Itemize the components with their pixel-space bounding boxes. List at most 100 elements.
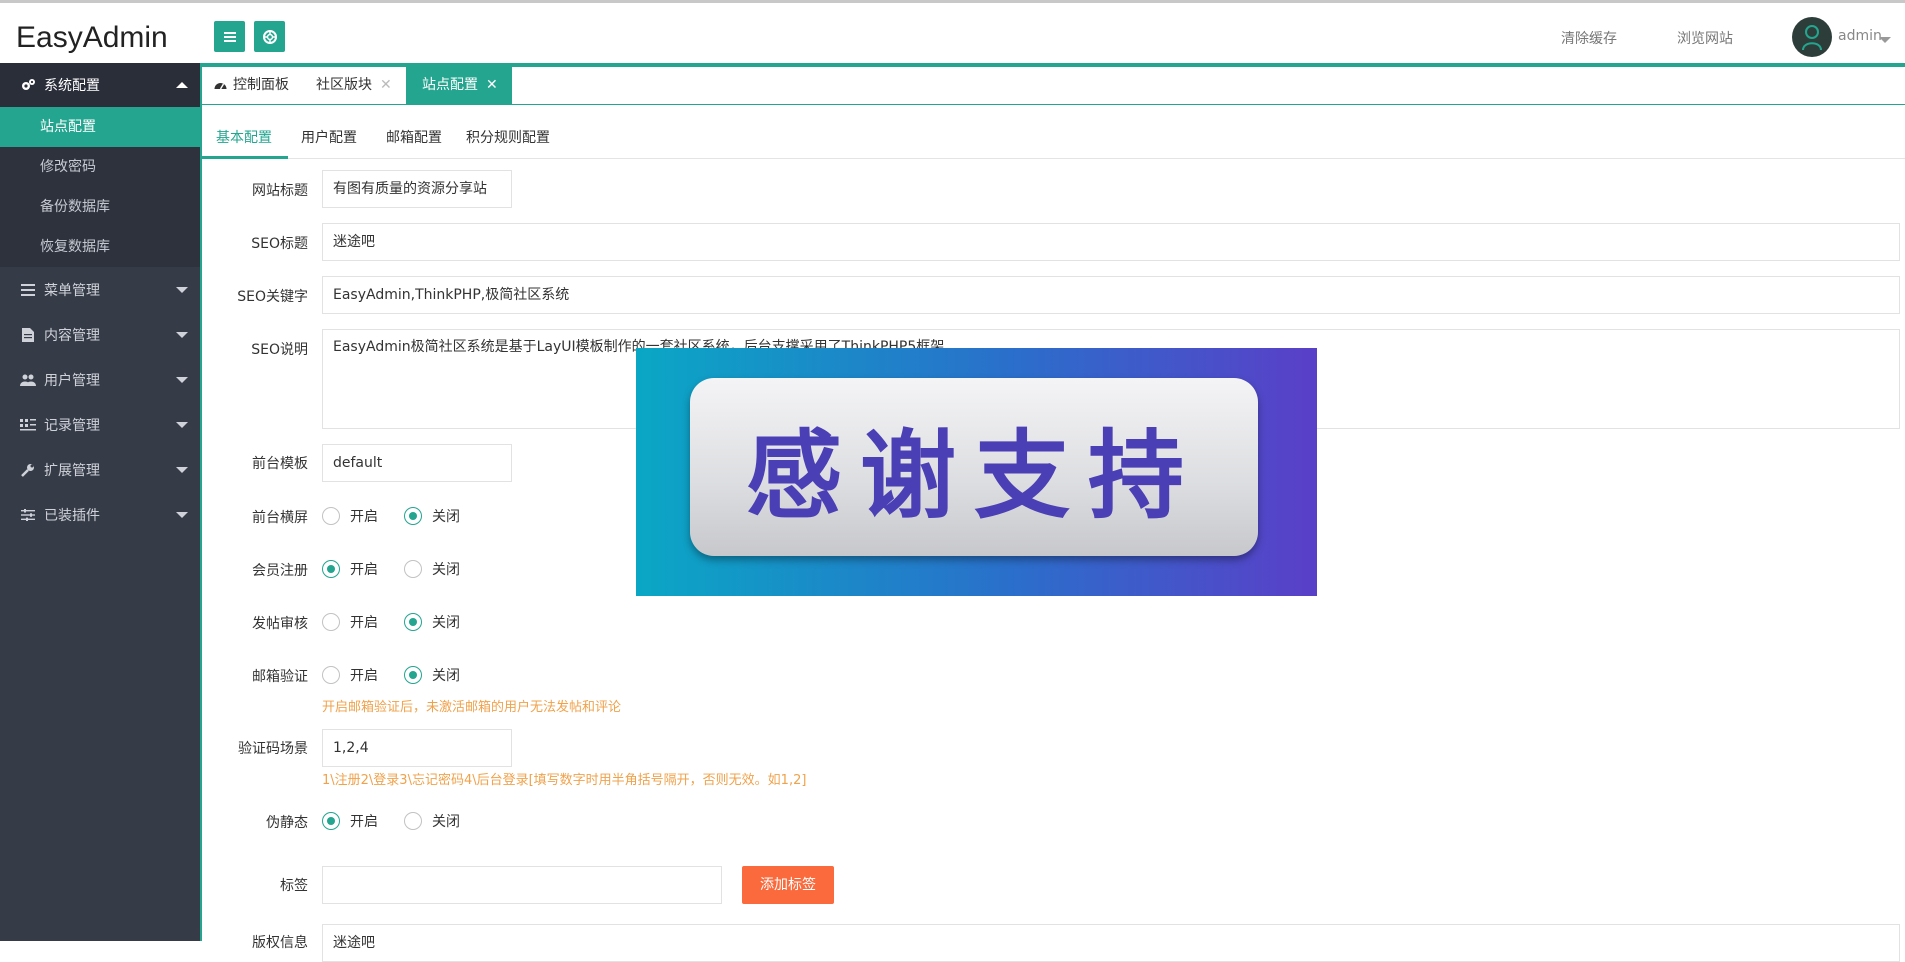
radio-circle <box>322 812 340 830</box>
user-avatar-icon <box>1802 25 1822 51</box>
sidebar-group-menu[interactable]: 菜单管理 <box>0 268 200 312</box>
copyright-label: 版权信息 <box>252 935 308 951</box>
post-review-on-radio[interactable]: 开启 <box>322 612 378 632</box>
pseudo-static-on-radio[interactable]: 开启 <box>322 811 378 831</box>
radio-label: 开启 <box>350 668 378 684</box>
radio-label: 关闭 <box>432 562 460 578</box>
seo-keywords-input[interactable]: EasyAdmin,ThinkPHP,极简社区系统 <box>322 276 1900 314</box>
tab-community-board[interactable]: 社区版块 ✕ <box>316 67 402 104</box>
sidebar-group-content[interactable]: 内容管理 <box>0 313 200 357</box>
radio-label: 开启 <box>350 562 378 578</box>
radio-label: 关闭 <box>432 668 460 684</box>
subtab-active-indicator <box>202 156 288 159</box>
captcha-scene-input[interactable]: 1,2,4 <box>322 729 512 767</box>
chevron-down-icon <box>176 287 188 293</box>
sidebar-item-restore-db[interactable]: 恢复数据库 <box>0 227 200 267</box>
subtab-points-config[interactable]: 积分规则配置 <box>466 127 550 147</box>
promo-banner: 感谢支持 <box>636 348 1317 596</box>
tab-dashboard[interactable]: 控制面板 <box>210 67 300 104</box>
subtab-divider <box>202 158 1905 159</box>
subtab-mail-config[interactable]: 邮箱配置 <box>386 127 442 147</box>
wide-screen-label: 前台横屏 <box>252 510 308 526</box>
sidebar-group-label: 用户管理 <box>44 373 100 389</box>
browse-site-link[interactable]: 浏览网站 <box>1677 28 1733 48</box>
radio-circle <box>404 560 422 578</box>
promo-banner-text: 感谢支持 <box>746 419 1202 532</box>
radio-label: 开启 <box>350 615 378 631</box>
radio-circle <box>404 812 422 830</box>
add-tag-button[interactable]: 添加标签 <box>742 866 834 904</box>
tab-label: 社区版块 <box>316 77 372 93</box>
sidebar-group-plugins[interactable]: 已装插件 <box>0 493 200 537</box>
refresh-button[interactable] <box>254 21 285 52</box>
sliders-icon <box>20 507 36 523</box>
email-verify-on-radio[interactable]: 开启 <box>322 665 378 685</box>
clear-cache-link[interactable]: 清除缓存 <box>1561 28 1617 48</box>
wide-screen-off-radio[interactable]: 关闭 <box>404 506 460 526</box>
sidebar-group-label: 记录管理 <box>44 418 100 434</box>
sidebar-group-records[interactable]: 记录管理 <box>0 403 200 447</box>
users-icon <box>20 372 36 388</box>
chevron-down-icon <box>176 467 188 473</box>
tags-input[interactable] <box>322 866 722 904</box>
chevron-up-icon <box>176 82 188 88</box>
tab-site-config[interactable]: 站点配置 ✕ <box>406 67 512 104</box>
email-verify-off-radio[interactable]: 关闭 <box>404 665 460 685</box>
template-label: 前台模板 <box>252 456 308 472</box>
tags-label: 标签 <box>280 878 308 894</box>
sidebar-group-users[interactable]: 用户管理 <box>0 358 200 402</box>
chevron-down-icon <box>176 422 188 428</box>
site-title-label: 网站标题 <box>252 183 308 199</box>
seo-keywords-label: SEO关键字 <box>237 289 308 305</box>
sidebar-item-backup-db[interactable]: 备份数据库 <box>0 187 200 227</box>
logo[interactable]: EasyAdmin <box>16 21 168 55</box>
radio-circle <box>322 613 340 631</box>
close-icon[interactable]: ✕ <box>380 77 392 93</box>
radio-circle <box>322 666 340 684</box>
member-register-on-radio[interactable]: 开启 <box>322 559 378 579</box>
header: EasyAdmin 清除缓存 浏览网站 admin <box>0 3 1905 63</box>
wide-screen-on-radio[interactable]: 开启 <box>322 506 378 526</box>
tab-bar: 控制面板 社区版块 ✕ 站点配置 ✕ <box>202 67 1905 105</box>
seo-title-label: SEO标题 <box>251 236 308 252</box>
radio-label: 关闭 <box>432 615 460 631</box>
pseudo-static-off-radio[interactable]: 关闭 <box>404 811 460 831</box>
lifebuoy-icon <box>262 29 277 44</box>
chevron-down-icon[interactable] <box>1879 37 1891 43</box>
site-title-input[interactable]: 有图有质量的资源分享站 <box>322 170 512 208</box>
file-icon <box>20 327 36 343</box>
sidebar: 系统配置 站点配置 修改密码 备份数据库 恢复数据库 菜单管理 内容管理 用户管… <box>0 63 200 941</box>
seo-desc-label: SEO说明 <box>251 342 308 358</box>
sidebar-group-system-config[interactable]: 系统配置 <box>0 63 200 107</box>
tab-label: 站点配置 <box>422 77 478 93</box>
seo-title-input[interactable]: 迷途吧 <box>322 223 1900 261</box>
post-review-label: 发帖审核 <box>252 616 308 632</box>
avatar[interactable] <box>1792 17 1832 57</box>
grid-icon <box>20 417 36 433</box>
member-register-off-radio[interactable]: 关闭 <box>404 559 460 579</box>
sidebar-group-extensions[interactable]: 扩展管理 <box>0 448 200 492</box>
captcha-scene-label: 验证码场景 <box>238 741 308 757</box>
radio-label: 关闭 <box>432 509 460 525</box>
copyright-input[interactable]: 迷途吧 <box>322 924 1900 962</box>
chevron-down-icon <box>176 512 188 518</box>
post-review-off-radio[interactable]: 关闭 <box>404 612 460 632</box>
template-input[interactable]: default <box>322 444 512 482</box>
radio-circle <box>404 613 422 631</box>
radio-circle <box>404 666 422 684</box>
close-icon[interactable]: ✕ <box>486 77 498 93</box>
sidebar-group-label: 内容管理 <box>44 328 100 344</box>
username[interactable]: admin <box>1838 28 1882 44</box>
member-register-label: 会员注册 <box>252 563 308 579</box>
menu-toggle-button[interactable] <box>214 21 245 52</box>
subtab-user-config[interactable]: 用户配置 <box>301 127 357 147</box>
sidebar-group-label: 已装插件 <box>44 508 100 524</box>
wrench-icon <box>20 462 36 478</box>
sidebar-group-label: 菜单管理 <box>44 283 100 299</box>
radio-label: 关闭 <box>432 814 460 830</box>
sidebar-item-site-config[interactable]: 站点配置 <box>0 107 200 147</box>
sidebar-item-change-password[interactable]: 修改密码 <box>0 147 200 187</box>
subtab-basic-config[interactable]: 基本配置 <box>216 127 272 147</box>
tab-label: 控制面板 <box>233 77 289 93</box>
radio-circle <box>404 507 422 525</box>
